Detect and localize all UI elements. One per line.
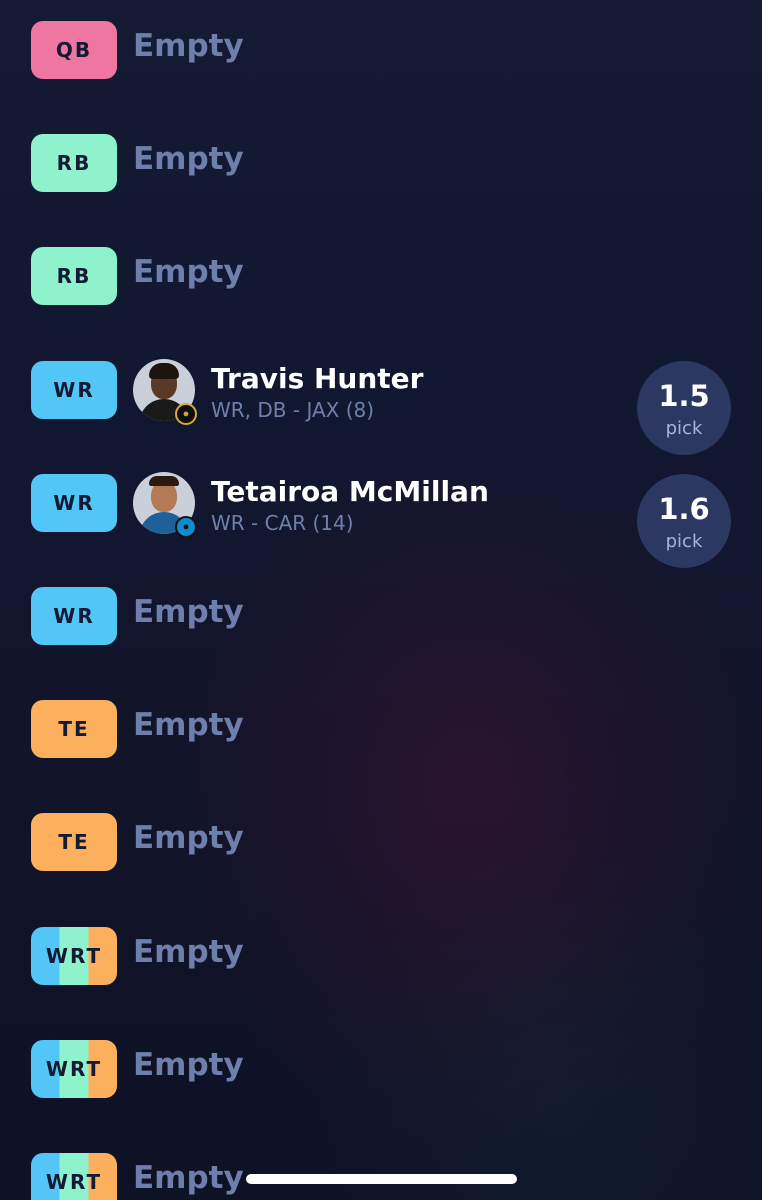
pick-label: pick bbox=[665, 531, 703, 552]
roster-slot-rb[interactable]: RB Empty bbox=[0, 113, 762, 226]
home-indicator[interactable] bbox=[246, 1174, 517, 1184]
empty-slot-label: Empty bbox=[133, 1047, 244, 1083]
team-logo-icon: ● bbox=[175, 516, 197, 538]
pick-number: 1.6 bbox=[658, 492, 710, 526]
roster-slot-wr[interactable]: WR Empty bbox=[0, 566, 762, 679]
position-badge-wrt: WRT bbox=[31, 1153, 117, 1200]
avatar-hair bbox=[149, 476, 179, 486]
pick-label: pick bbox=[665, 418, 703, 439]
roster-slot-flex[interactable]: WRT Empty bbox=[0, 906, 762, 1019]
roster-slot-flex[interactable]: WRT Empty bbox=[0, 1132, 762, 1200]
empty-slot-label: Empty bbox=[133, 934, 244, 970]
empty-slot-label: Empty bbox=[133, 707, 244, 743]
position-badge-wrt: WRT bbox=[31, 1040, 117, 1098]
pick-badge: 1.6 pick bbox=[637, 474, 731, 568]
player-name: Travis Hunter bbox=[211, 362, 424, 395]
roster-slot-flex[interactable]: WRT Empty bbox=[0, 1019, 762, 1132]
player-name: Tetairoa McMillan bbox=[211, 475, 489, 508]
roster-slot-wr-filled[interactable]: WR ● Tetairoa McMillan WR - CAR (14) 1.6… bbox=[0, 453, 762, 568]
pick-badge: 1.5 pick bbox=[637, 361, 731, 455]
position-badge-qb: QB bbox=[31, 21, 117, 79]
player-info: WR, DB - JAX (8) bbox=[211, 398, 375, 422]
position-badge-te: TE bbox=[31, 700, 117, 758]
position-badge-wr: WR bbox=[31, 474, 117, 532]
roster-list: QB Empty RB Empty RB Empty WR ● Travis H… bbox=[0, 0, 762, 1200]
empty-slot-label: Empty bbox=[133, 141, 244, 177]
roster-slot-wr-filled[interactable]: WR ● Travis Hunter WR, DB - JAX (8) 1.5 … bbox=[0, 340, 762, 455]
empty-slot-label: Empty bbox=[133, 594, 244, 630]
empty-slot-label: Empty bbox=[133, 254, 244, 290]
position-badge-wr: WR bbox=[31, 587, 117, 645]
empty-slot-label: Empty bbox=[133, 820, 244, 856]
empty-slot-label: Empty bbox=[133, 28, 244, 64]
position-badge-rb: RB bbox=[31, 134, 117, 192]
roster-slot-rb[interactable]: RB Empty bbox=[0, 226, 762, 339]
team-logo-icon: ● bbox=[175, 403, 197, 425]
avatar-hair bbox=[149, 363, 179, 379]
roster-slot-qb[interactable]: QB Empty bbox=[0, 0, 762, 113]
roster-slot-te[interactable]: TE Empty bbox=[0, 792, 762, 905]
position-badge-wr: WR bbox=[31, 361, 117, 419]
empty-slot-label: Empty bbox=[133, 1160, 244, 1196]
pick-number: 1.5 bbox=[658, 379, 710, 413]
position-badge-te: TE bbox=[31, 813, 117, 871]
position-badge-wrt: WRT bbox=[31, 927, 117, 985]
player-info: WR - CAR (14) bbox=[211, 511, 354, 535]
roster-slot-te[interactable]: TE Empty bbox=[0, 679, 762, 792]
position-badge-rb: RB bbox=[31, 247, 117, 305]
